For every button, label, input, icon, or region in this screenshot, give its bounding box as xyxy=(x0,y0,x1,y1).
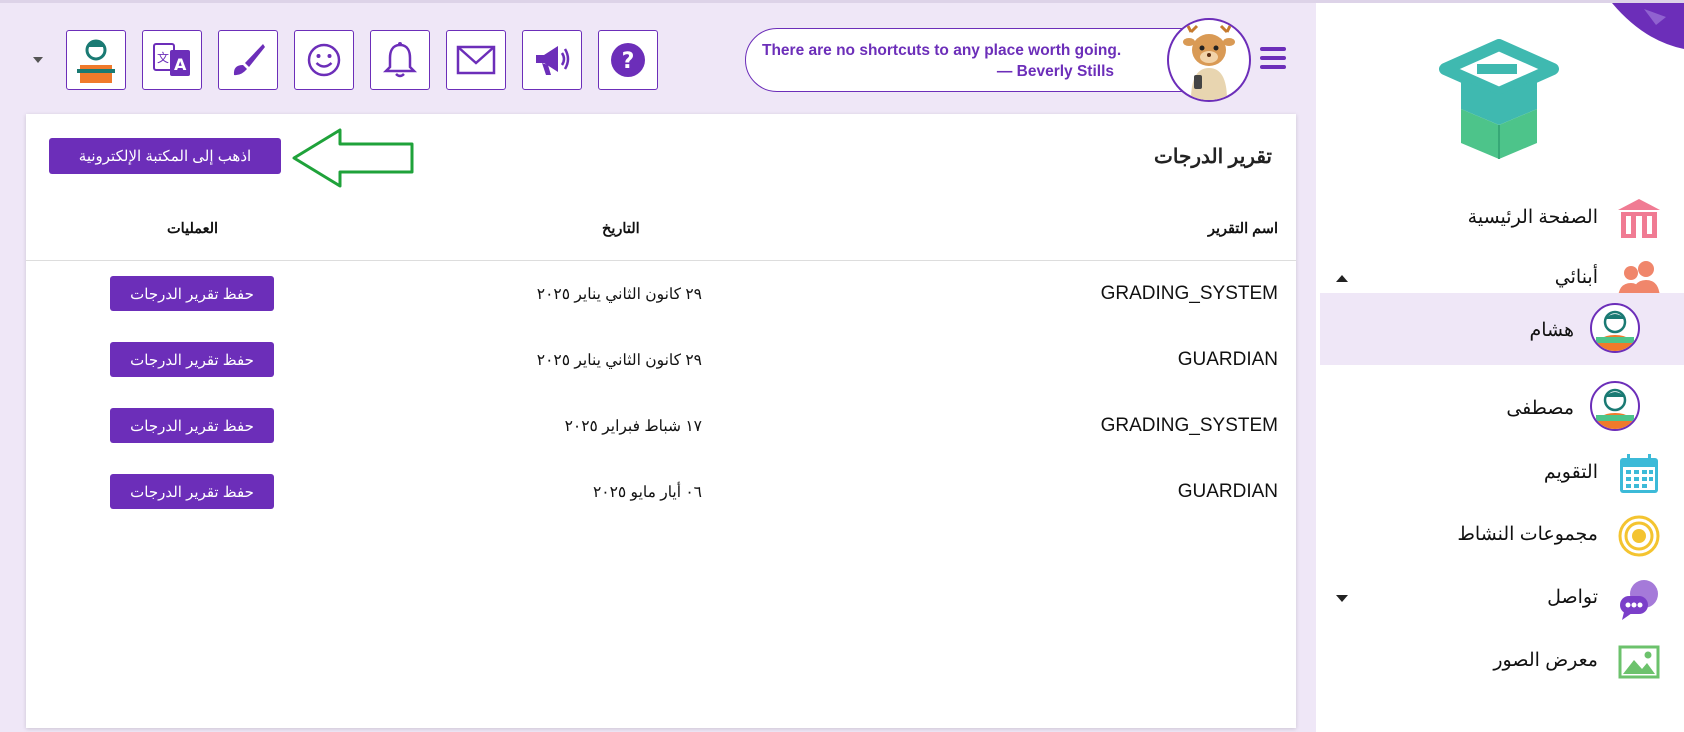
notifications-button[interactable] xyxy=(370,30,430,90)
bell-icon xyxy=(382,42,418,78)
sidebar-item-child-hisham[interactable]: هشام xyxy=(1320,293,1684,365)
mail-icon xyxy=(456,45,496,75)
sidebar-item-label: أبنائي xyxy=(1554,267,1598,288)
svg-text:文: 文 xyxy=(157,50,169,65)
avatar xyxy=(1590,381,1640,431)
quote-text: There are no shortcuts to any place wort… xyxy=(762,42,1122,59)
child-name: هشام xyxy=(1529,320,1574,341)
sidebar-item-label: معرض الصور xyxy=(1493,650,1598,671)
sidebar-item-calendar[interactable]: التقويم xyxy=(1316,443,1684,505)
translate-icon: A 文 xyxy=(153,43,190,76)
report-name: GUARDIAN xyxy=(1177,481,1278,502)
column-header-name: اسم التقرير xyxy=(1207,221,1278,237)
emoji-button[interactable] xyxy=(294,30,354,90)
table-row: GUARDIAN ٢٩ كانون الثاني يناير ٢٠٢٥ حفظ … xyxy=(26,328,1296,398)
chevron-down-icon[interactable] xyxy=(1336,595,1348,602)
save-report-button[interactable]: حفظ تقرير الدرجات xyxy=(110,408,274,443)
sidebar-item-label: الصفحة الرئيسية xyxy=(1467,207,1598,228)
save-report-button[interactable]: حفظ تقرير الدرجات xyxy=(110,342,274,377)
brush-icon xyxy=(233,44,265,76)
report-date: ٢٩ كانون الثاني يناير ٢٠٢٥ xyxy=(536,286,702,303)
activity-groups-icon xyxy=(1618,515,1660,557)
help-button[interactable]: ? xyxy=(598,30,658,90)
table-row: GRADING_SYSTEM ١٧ شباط فبراير ٢٠٢٥ حفظ ت… xyxy=(26,394,1296,464)
sidebar-item-communication[interactable]: تواصل xyxy=(1316,568,1684,630)
messages-button[interactable] xyxy=(446,30,506,90)
school-logo xyxy=(1437,39,1561,169)
child-avatar-icon xyxy=(1596,388,1634,429)
report-name: GUARDIAN xyxy=(1177,349,1278,370)
school-icon xyxy=(1618,199,1660,238)
sidebar-item-label: مجموعات النشاط xyxy=(1457,524,1598,545)
table-row: GUARDIAN ٠٦ أيار مايو ٢٠٢٥ حفظ تقرير الد… xyxy=(26,460,1296,530)
sidebar: الصفحة الرئيسية أبنائي هشام مصطفى التقوي… xyxy=(1316,3,1684,732)
main-area: A 文 ? There are no shortcuts to any plac… xyxy=(0,3,1316,732)
menu-icon[interactable] xyxy=(1260,47,1286,69)
report-date: ١٧ شباط فبراير ٢٠٢٥ xyxy=(564,418,702,435)
go-to-library-button[interactable]: اذهب إلى المكتبة الإلكترونية xyxy=(49,138,281,174)
report-name: GRADING_SYSTEM xyxy=(1100,415,1278,436)
user-avatar-icon xyxy=(77,39,115,83)
sidebar-item-child-mustafa[interactable]: مصطفى xyxy=(1316,375,1684,443)
sidebar-item-label: التقويم xyxy=(1543,462,1598,483)
save-report-button[interactable]: حفظ تقرير الدرجات xyxy=(110,474,274,509)
mascot-avatar xyxy=(1167,18,1251,102)
calendar-icon xyxy=(1620,454,1658,493)
report-date: ٠٦ أيار مايو ٢٠٢٥ xyxy=(592,484,702,501)
megaphone-icon xyxy=(536,46,570,75)
logo-icon xyxy=(1439,39,1559,159)
child-name: مصطفى xyxy=(1506,398,1574,419)
page-title: تقرير الدرجات xyxy=(1154,146,1272,168)
corner-decoration xyxy=(1612,3,1684,49)
sidebar-item-home[interactable]: الصفحة الرئيسية xyxy=(1316,188,1684,250)
save-report-button[interactable]: حفظ تقرير الدرجات xyxy=(110,276,274,311)
chat-icon xyxy=(1620,580,1658,620)
report-name: GRADING_SYSTEM xyxy=(1100,283,1278,304)
report-date: ٢٩ كانون الثاني يناير ٢٠٢٥ xyxy=(536,352,702,369)
help-icon: ? xyxy=(611,43,645,77)
avatar xyxy=(1590,303,1640,353)
svg-text:A: A xyxy=(174,55,187,74)
column-header-ops: العمليات xyxy=(167,221,219,237)
grades-report-card: تقرير الدرجات اذهب إلى المكتبة الإلكترون… xyxy=(26,114,1296,728)
profile-button[interactable] xyxy=(66,30,126,90)
translate-button[interactable]: A 文 xyxy=(142,30,202,90)
sidebar-item-label: تواصل xyxy=(1547,587,1598,608)
deer-mascot-icon xyxy=(1183,23,1235,100)
child-avatar-icon xyxy=(1596,310,1634,351)
chevron-down-icon[interactable] xyxy=(33,57,43,63)
quote-author: — Beverly Stills xyxy=(996,63,1114,80)
column-header-date: التاريخ xyxy=(602,221,640,237)
quote-box: There are no shortcuts to any place wort… xyxy=(745,28,1215,92)
table-divider xyxy=(26,260,1296,261)
app: A 文 ? There are no shortcuts to any plac… xyxy=(0,0,1684,732)
smiley-icon xyxy=(307,43,341,77)
gallery-icon xyxy=(1618,645,1660,679)
theme-button[interactable] xyxy=(218,30,278,90)
arrow-left-icon xyxy=(292,128,414,188)
sidebar-item-gallery[interactable]: معرض الصور xyxy=(1316,631,1684,693)
sidebar-item-activity-groups[interactable]: مجموعات النشاط xyxy=(1316,505,1684,567)
table-row: GRADING_SYSTEM ٢٩ كانون الثاني يناير ٢٠٢… xyxy=(26,262,1296,332)
chevron-up-icon[interactable] xyxy=(1336,275,1348,282)
announcements-button[interactable] xyxy=(522,30,582,90)
svg-text:?: ? xyxy=(622,49,635,74)
